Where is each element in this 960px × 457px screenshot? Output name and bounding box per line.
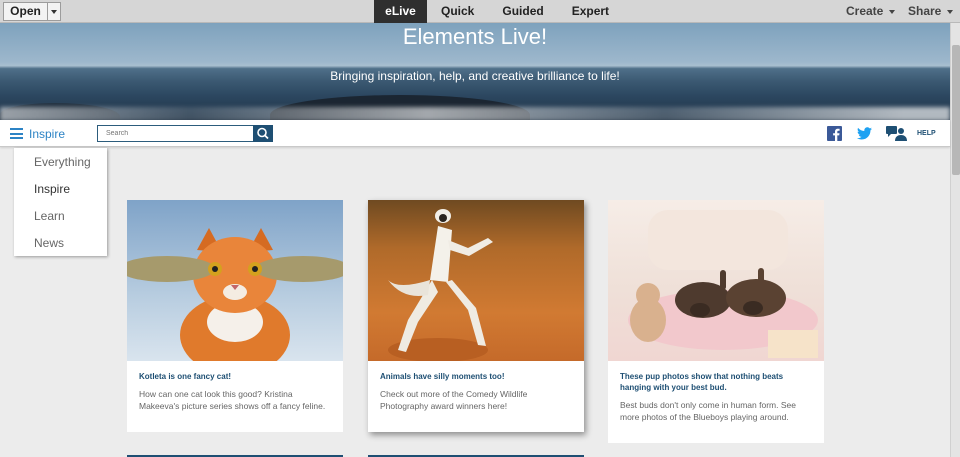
help-link[interactable]: HELP [917, 130, 936, 137]
card-description: Check out more of the Comedy Wildlife Ph… [380, 389, 528, 411]
create-caret-icon [889, 9, 896, 14]
tab-quick[interactable]: Quick [427, 0, 488, 23]
search-input[interactable] [97, 125, 254, 142]
dropdown-item-everything[interactable]: Everything [34, 155, 91, 169]
dropdown-item-inspire[interactable]: Inspire [34, 182, 70, 196]
scrollbar-thumb[interactable] [952, 45, 960, 175]
category-selector[interactable]: Inspire [29, 127, 65, 141]
search-button[interactable] [253, 125, 273, 142]
card-description: Best buds don't only come in human form.… [620, 400, 796, 422]
category-dropdown: Everything Inspire Learn News [14, 148, 107, 256]
hero-waves [0, 107, 950, 120]
create-menu[interactable]: Create [846, 0, 896, 23]
share-menu[interactable]: Share [908, 0, 954, 23]
create-label: Create [846, 4, 884, 18]
vertical-scrollbar[interactable] [950, 23, 960, 457]
hamburger-menu-icon[interactable] [10, 128, 23, 139]
tab-guided[interactable]: Guided [488, 0, 557, 23]
open-dropdown-arrow[interactable] [48, 2, 61, 21]
card-image-cat[interactable] [127, 200, 343, 361]
card-image-puppies[interactable] [608, 200, 824, 361]
hero-title: Elements Live! [402, 24, 548, 49]
dropdown-item-learn[interactable]: Learn [34, 209, 65, 223]
share-caret-icon [947, 9, 954, 14]
card-title[interactable]: These pup photos show that nothing beats… [620, 371, 816, 393]
mode-tabs: eLive Quick Guided Expert [374, 0, 623, 23]
article-card[interactable]: Animals have silly moments too! Check ou… [368, 200, 584, 432]
article-card[interactable]: Kotleta is one fancy cat! How can one ca… [127, 200, 343, 432]
article-card[interactable]: These pup photos show that nothing beats… [608, 200, 824, 443]
card-image-lemur[interactable] [368, 200, 584, 361]
search-icon [257, 127, 269, 140]
hero-banner: Elements Live! Bringing inspiration, hel… [0, 23, 950, 120]
tab-elive[interactable]: eLive [374, 0, 427, 23]
category-nav-bar: Inspire HELP [0, 120, 950, 147]
community-chat-icon[interactable] [886, 126, 908, 146]
tab-expert[interactable]: Expert [558, 0, 623, 23]
open-button[interactable]: Open [3, 2, 48, 21]
hero-subtitle: Bringing inspiration, help, and creative… [330, 69, 620, 83]
card-title[interactable]: Animals have silly moments too! [380, 371, 576, 382]
share-label: Share [908, 4, 942, 18]
card-description: How can one cat look this good? Kristina… [139, 389, 326, 411]
dropdown-item-news[interactable]: News [34, 236, 64, 250]
card-title[interactable]: Kotleta is one fancy cat! [139, 371, 335, 382]
twitter-icon[interactable] [857, 127, 872, 145]
top-toolbar: Open eLive Quick Guided Expert Create Sh… [0, 0, 960, 23]
facebook-icon[interactable] [827, 126, 842, 146]
